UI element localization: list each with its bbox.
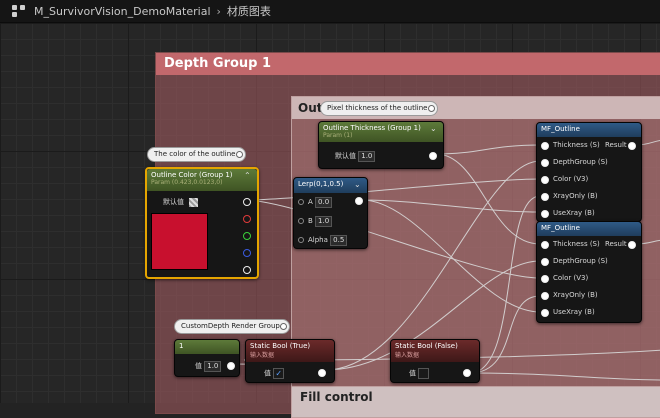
lerp-b-label: B [308,217,313,225]
input-pin[interactable] [541,309,549,317]
output-pin-rgb[interactable] [243,198,251,206]
mf-outline-node-1[interactable]: MF_Outline Thickness (S) DepthGroup (S) Co… [536,122,642,222]
input-pin-alpha[interactable] [298,237,304,243]
input-pin[interactable] [541,292,549,300]
outline-color-title: Outline Color (Group 1) [151,171,233,179]
output-pin-g[interactable] [243,232,251,240]
lerp-a-value[interactable]: 0.0 [315,197,333,208]
mf-outline-1-result-label: Result [605,141,627,149]
input-pin[interactable] [541,258,549,266]
constant-value-row: 值 1.0 [195,361,222,372]
comment-bubble-outline-color[interactable]: The color of the outline [147,147,246,162]
input-pin[interactable] [541,142,549,150]
lerp-alpha-value[interactable]: 0.5 [330,235,348,246]
output-pin-result[interactable] [628,142,636,150]
comment-bubble-custom-depth[interactable]: CustomDepth Render Group [174,319,290,334]
input-pin[interactable] [541,275,549,283]
mf-outline-1-title: MF_Outline [541,125,580,133]
checkbox-unchecked[interactable] [418,368,430,379]
static-true-row: 值 ✓ [264,368,285,379]
static-true-label: 值 [264,369,271,378]
mf-outline-input-label: Thickness (S) [553,141,600,149]
mf-outline-2-title: MF_Outline [541,224,580,232]
input-pin[interactable] [541,176,549,184]
static-false-subtitle: 输入数据 [395,352,420,359]
chevron-up-icon[interactable]: ⌃ [244,171,253,180]
input-pin[interactable] [541,241,549,249]
output-pin-r[interactable] [243,215,251,223]
mf-outline-input-label: DepthGroup (S) [553,158,608,166]
outline-color-node[interactable]: Outline Color (Group 1) Param (0.423,0.0… [145,167,259,279]
output-pin[interactable] [429,152,437,160]
thickness-subtitle: Param (1) [323,132,353,139]
output-pin[interactable] [227,362,235,370]
mf-outline-input-label: DepthGroup (S) [553,257,608,265]
input-pin[interactable] [541,210,549,218]
static-true-subtitle: 输入数据 [250,352,275,359]
lerp-a-row: A 0.0 [308,197,333,208]
lerp-a-label: A [308,198,313,206]
mf-outline-input-label: XrayOnly (B) [553,291,598,299]
chevron-down-icon[interactable]: ⌄ [430,124,439,133]
mf-outline-input-label: XrayOnly (B) [553,192,598,200]
static-false-label: 值 [409,369,416,378]
outline-thickness-node[interactable]: Outline Thickness (Group 1) Param (1) ⌄ … [318,121,444,169]
thickness-title: Outline Thickness (Group 1) [323,124,421,132]
static-bool-false-node[interactable]: Static Bool (False) 输入数据 值 [390,339,480,383]
lerp-b-row: B 1.0 [308,216,333,227]
constant-title: 1 [179,342,184,350]
output-pin-result[interactable] [628,241,636,249]
lerp-b-value[interactable]: 1.0 [315,216,333,227]
output-pin-a[interactable] [243,266,251,274]
static-bool-true-node[interactable]: Static Bool (True) 输入数据 值 ✓ [245,339,335,383]
output-pin-b[interactable] [243,249,251,257]
mf-outline-input-label: Color (V3) [553,274,589,282]
output-pin[interactable] [318,369,326,377]
mf-outline-input-label: Thickness (S) [553,240,600,248]
input-pin-b[interactable] [298,218,304,224]
output-pin[interactable] [355,197,363,205]
comment-bubble-thickness[interactable]: Pixel thickness of the outline [320,101,438,116]
default-label: 默认值 [335,152,356,160]
color-swatch-small[interactable] [189,197,199,207]
static-false-title: Static Bool (False) [395,342,458,350]
lerp-alpha-label: Alpha [308,236,328,244]
mf-outline-input-label: UseXray (B) [553,209,595,217]
constant-value-label: 值 [195,362,202,370]
static-false-row: 值 [409,368,430,379]
outline-color-default-row: 默认值 [163,197,199,207]
checkbox-checked[interactable]: ✓ [273,368,285,379]
default-label: 默认值 [163,198,184,206]
input-pin[interactable] [541,193,549,201]
mf-outline-2-result-label: Result [605,240,627,248]
mf-outline-node-2[interactable]: MF_Outline Thickness (S) DepthGroup (S) Co… [536,221,642,323]
outline-color-subtitle: Param (0.423,0.0123,0) [151,179,223,186]
chevron-down-icon[interactable]: ⌄ [354,180,363,189]
output-pin[interactable] [463,369,471,377]
thickness-value-field[interactable]: 1.0 [358,151,376,162]
mf-outline-input-label: Color (V3) [553,175,589,183]
input-pin-a[interactable] [298,199,304,205]
thickness-default-row: 默认值 1.0 [335,151,376,162]
lerp-node[interactable]: Lerp(0,1,0.5) ⌄ A 0.0 B 1.0 Alpha 0.5 [293,177,368,249]
color-preview[interactable] [151,213,208,270]
constant-value-field[interactable]: 1.0 [204,361,222,372]
mf-outline-input-label: UseXray (B) [553,308,595,316]
lerp-alpha-row: Alpha 0.5 [308,235,348,246]
constant-node[interactable]: 1 值 1.0 [174,339,240,377]
static-true-title: Static Bool (True) [250,342,311,350]
input-pin[interactable] [541,159,549,167]
